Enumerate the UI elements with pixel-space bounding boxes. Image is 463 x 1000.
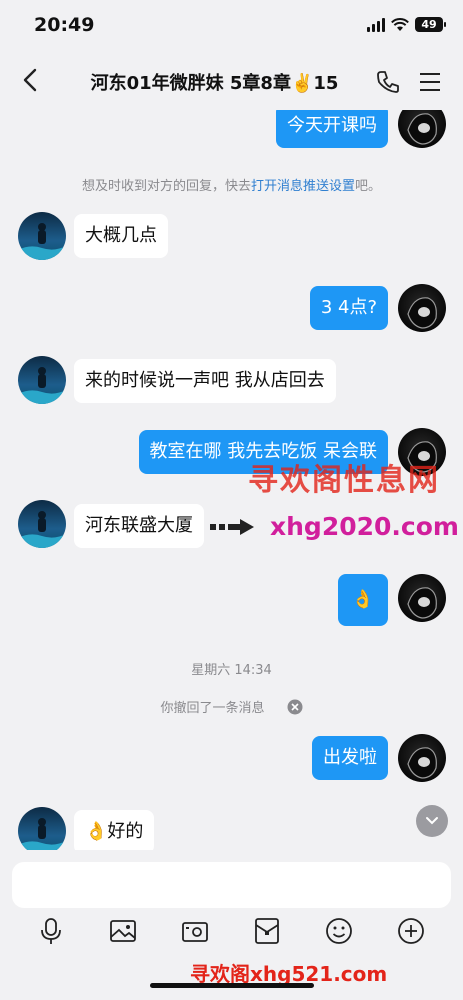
status-bar: 20:49 49 — [0, 0, 463, 52]
message-bubble-outgoing[interactable]: 今天开课吗 — [276, 110, 388, 148]
close-icon[interactable] — [287, 699, 303, 715]
wifi-icon — [391, 17, 409, 31]
input-toolbar — [0, 916, 463, 952]
voice-button[interactable] — [36, 916, 66, 946]
more-menu-button[interactable] — [416, 68, 444, 96]
home-indicator — [150, 983, 314, 988]
recall-text: 你撤回了一条消息 — [160, 701, 265, 716]
watermark-text: 寻欢阁性息网 — [248, 463, 440, 498]
message-bubble-incoming[interactable]: 👌好的 — [74, 810, 155, 850]
plus-icon — [398, 918, 424, 944]
menu-icon — [420, 73, 440, 91]
time-separator: 星期六 14:34 — [191, 663, 272, 678]
image-icon — [110, 920, 136, 942]
message-list[interactable]: 今天开课吗 想及时收到对方的回复，快去打开消息推送设置吧。 大概几点 3 4点?… — [0, 110, 463, 850]
message-bubble-incoming[interactable]: 河东联盛大厦 — [74, 504, 204, 548]
red-packet-button[interactable] — [252, 916, 282, 946]
back-button[interactable] — [14, 64, 46, 96]
message-bubble-incoming[interactable]: 大概几点 — [74, 214, 168, 258]
contact-avatar[interactable] — [18, 212, 66, 260]
message-bubble-incoming[interactable]: 来的时候说一声吧 我从店回去 — [74, 359, 336, 403]
more-options-button[interactable] — [396, 916, 426, 946]
emoji-button[interactable] — [324, 916, 354, 946]
push-settings-link[interactable]: 打开消息推送设置 — [251, 179, 355, 194]
chevron-down-icon — [426, 817, 438, 825]
microphone-icon — [41, 918, 61, 944]
phone-icon — [377, 71, 399, 93]
scroll-to-bottom-button[interactable] — [416, 805, 448, 837]
chevron-left-icon — [23, 68, 37, 92]
arrow-icon — [210, 519, 254, 535]
camera-button[interactable] — [180, 916, 210, 946]
message-input[interactable] — [12, 862, 451, 908]
notice-suffix: 吧。 — [355, 179, 382, 194]
contact-avatar[interactable] — [18, 356, 66, 404]
message-bubble-outgoing[interactable]: 👌 — [337, 574, 388, 626]
contact-avatar[interactable] — [18, 500, 66, 548]
status-icons: 49 — [367, 17, 446, 32]
battery-indicator: 49 — [415, 17, 446, 32]
watermark-url: xhg2020.com — [270, 512, 459, 541]
notice-prefix: 想及时收到对方的回复，快去 — [81, 179, 251, 194]
camera-icon — [182, 922, 208, 942]
message-bubble-outgoing[interactable]: 3 4点? — [309, 286, 388, 330]
my-avatar[interactable] — [398, 574, 446, 622]
signal-icon — [367, 17, 385, 32]
chat-title: 河东01年微胖妹 5章8章✌️15 — [90, 73, 339, 94]
red-packet-icon — [255, 918, 279, 944]
photo-button[interactable] — [108, 916, 138, 946]
emoji-icon — [326, 918, 352, 944]
push-notification-notice: 想及时收到对方的回复，快去打开消息推送设置吧。 — [0, 175, 463, 194]
my-avatar[interactable] — [398, 110, 446, 148]
message-bubble-outgoing[interactable]: 出发啦 — [312, 736, 388, 780]
my-avatar[interactable] — [398, 734, 446, 782]
contact-avatar[interactable] — [18, 807, 66, 850]
status-time: 20:49 — [34, 14, 95, 36]
chat-header: 河东01年微胖妹 5章8章✌️15 — [0, 52, 463, 110]
recall-notice: 你撤回了一条消息 — [0, 697, 463, 716]
composer: 寻欢阁xhg521.com — [0, 850, 463, 1000]
my-avatar[interactable] — [398, 284, 446, 332]
voice-call-button[interactable] — [374, 68, 402, 96]
